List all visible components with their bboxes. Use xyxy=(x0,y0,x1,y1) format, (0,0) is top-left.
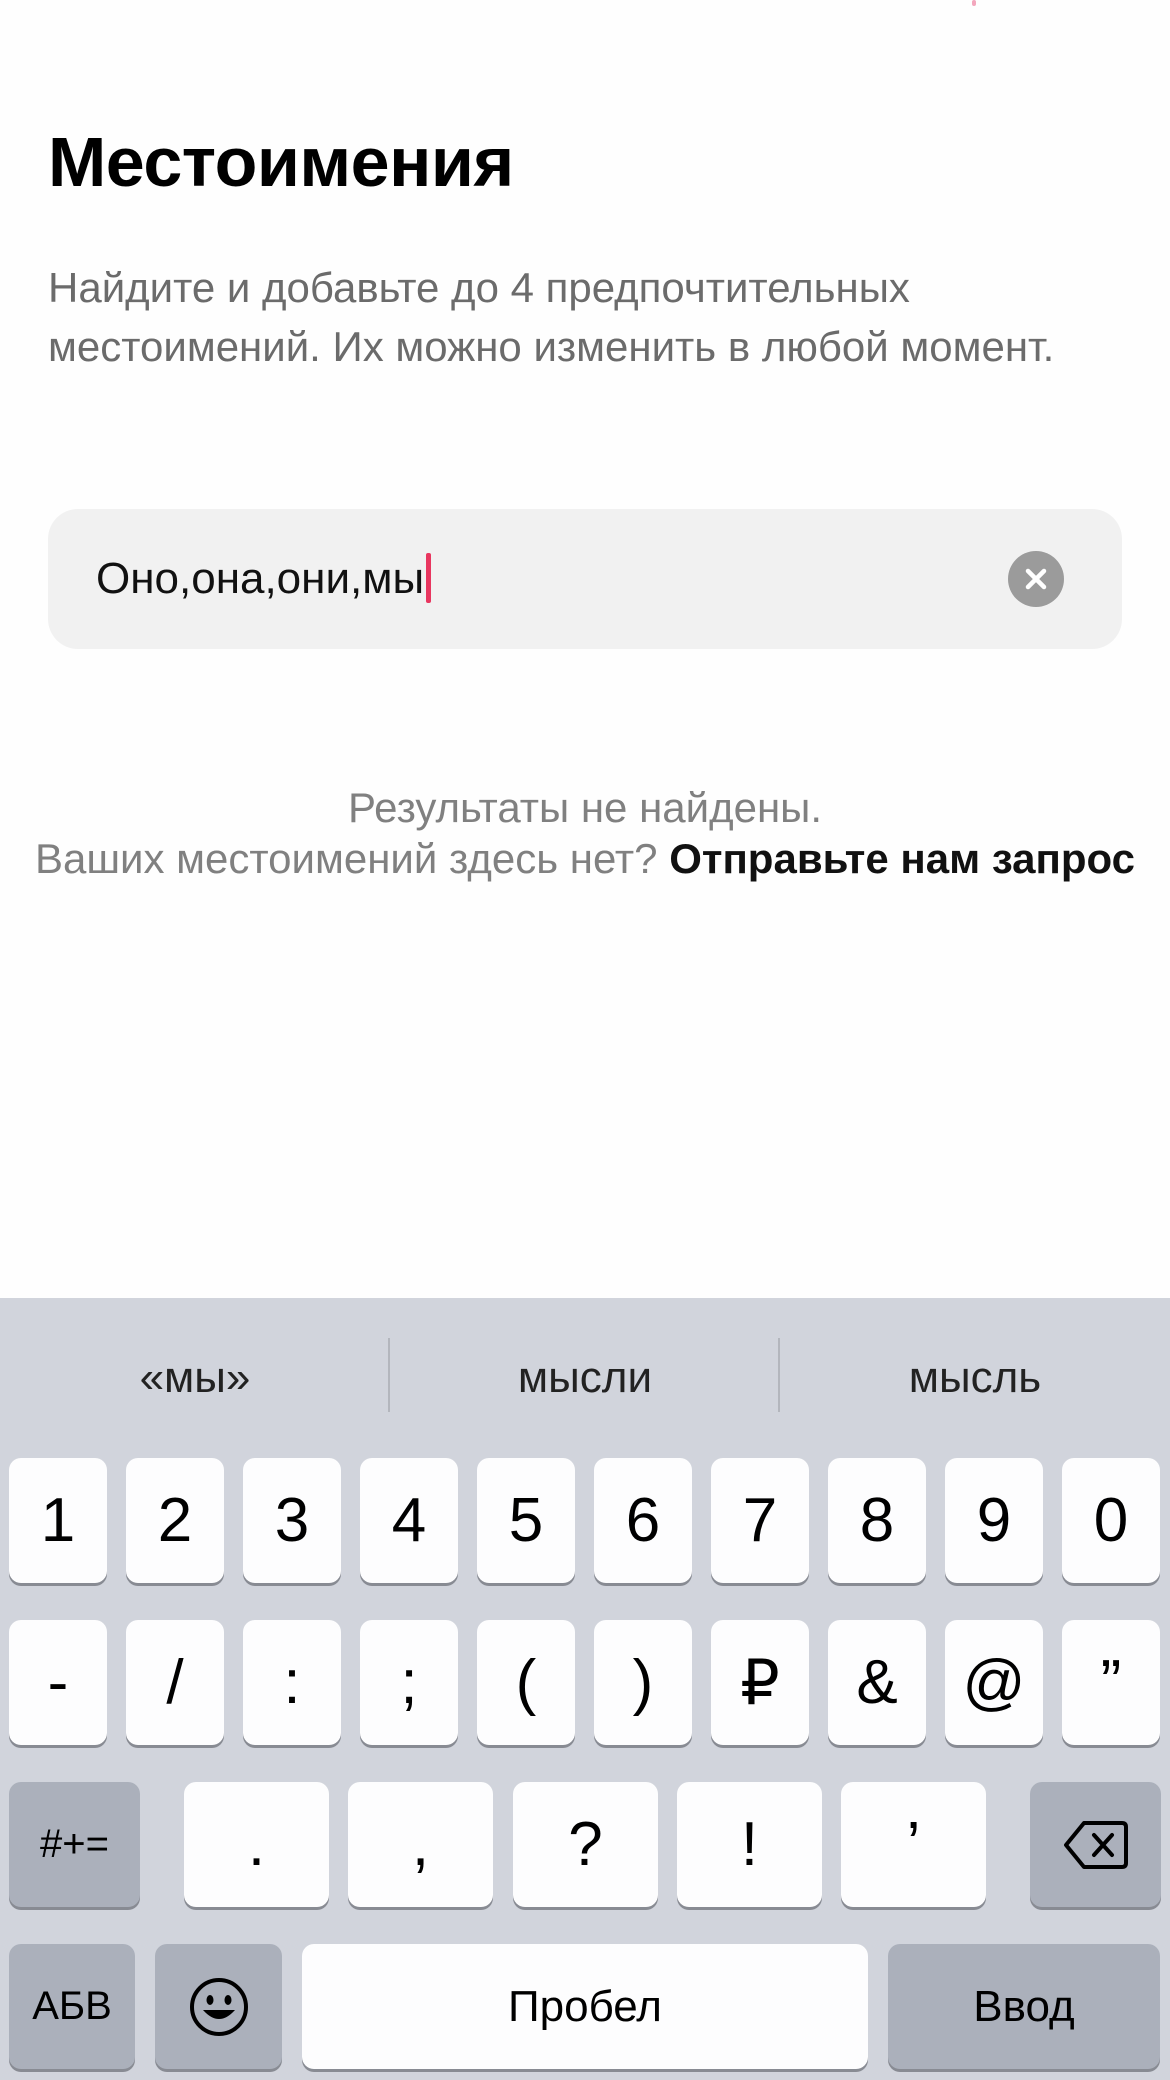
suggestion-3[interactable]: мысль xyxy=(780,1338,1170,1418)
pronoun-search-field[interactable]: Оно,она,они,мы xyxy=(48,509,1122,649)
emoji-icon xyxy=(189,1977,248,2036)
keyboard: «мы» мысли мысль 1 2 3 4 5 6 7 8 9 0 - /… xyxy=(0,1298,1170,2080)
backspace-icon xyxy=(1063,1820,1128,1869)
key-at[interactable]: @ xyxy=(945,1620,1043,1745)
no-results-text: Результаты не найдены. xyxy=(347,784,823,831)
page-description: Найдите и добавьте до 4 предпочтительных… xyxy=(48,264,1055,370)
key-1[interactable]: 1 xyxy=(9,1458,107,1583)
space-key[interactable]: Пробел xyxy=(302,1944,868,2069)
key-dash[interactable]: - xyxy=(9,1620,107,1745)
key-7[interactable]: 7 xyxy=(711,1458,809,1583)
key-open-paren[interactable]: ( xyxy=(477,1620,575,1745)
key-2[interactable]: 2 xyxy=(126,1458,224,1583)
suggestion-1[interactable]: «мы» xyxy=(0,1338,390,1418)
key-ampersand[interactable]: & xyxy=(828,1620,926,1745)
backspace-key[interactable] xyxy=(1030,1782,1161,1907)
text-caret xyxy=(426,553,432,603)
page-title: Местоимения xyxy=(48,123,514,201)
key-5[interactable]: 5 xyxy=(477,1458,575,1583)
key-ruble[interactable]: ₽ xyxy=(711,1620,809,1745)
send-request-link[interactable]: Отправьте нам запрос xyxy=(669,835,1135,882)
prompt-text: Ваших местоимений здесь нет? xyxy=(34,835,658,882)
no-results-message: Результаты не найдены. Ваших местоимений… xyxy=(0,782,1170,884)
key-8[interactable]: 8 xyxy=(828,1458,926,1583)
suggestion-2[interactable]: мысли xyxy=(390,1338,780,1418)
key-semicolon[interactable]: ; xyxy=(360,1620,458,1745)
key-apostrophe[interactable]: ’ xyxy=(841,1782,986,1907)
key-3[interactable]: 3 xyxy=(243,1458,341,1583)
search-input[interactable]: Оно,она,они,мы xyxy=(96,553,432,605)
no-results-prompt: Ваших местоимений здесь нет? Отправьте н… xyxy=(0,833,1170,884)
suggestion-bar: «мы» мысли мысль xyxy=(0,1298,1170,1458)
key-period[interactable]: . xyxy=(184,1782,329,1907)
key-close-paren[interactable]: ) xyxy=(594,1620,692,1745)
search-value: Оно,она,они,мы xyxy=(96,554,425,603)
key-4[interactable]: 4 xyxy=(360,1458,458,1583)
symbols-toggle-key[interactable]: #+= xyxy=(9,1782,140,1907)
clear-button[interactable] xyxy=(1008,551,1064,607)
key-question[interactable]: ? xyxy=(513,1782,658,1907)
key-comma[interactable]: , xyxy=(348,1782,493,1907)
key-exclamation[interactable]: ! xyxy=(677,1782,822,1907)
key-6[interactable]: 6 xyxy=(594,1458,692,1583)
key-slash[interactable]: / xyxy=(126,1620,224,1745)
top-accent xyxy=(972,0,976,6)
return-key[interactable]: Ввод xyxy=(888,1944,1160,2069)
key-9[interactable]: 9 xyxy=(945,1458,1043,1583)
emoji-key[interactable] xyxy=(155,1944,282,2069)
language-switch-key[interactable]: АБВ xyxy=(9,1944,135,2069)
key-0[interactable]: 0 xyxy=(1062,1458,1160,1583)
key-colon[interactable]: : xyxy=(243,1620,341,1745)
key-quote[interactable]: ” xyxy=(1062,1620,1160,1745)
clear-circle-icon xyxy=(1025,568,1047,590)
